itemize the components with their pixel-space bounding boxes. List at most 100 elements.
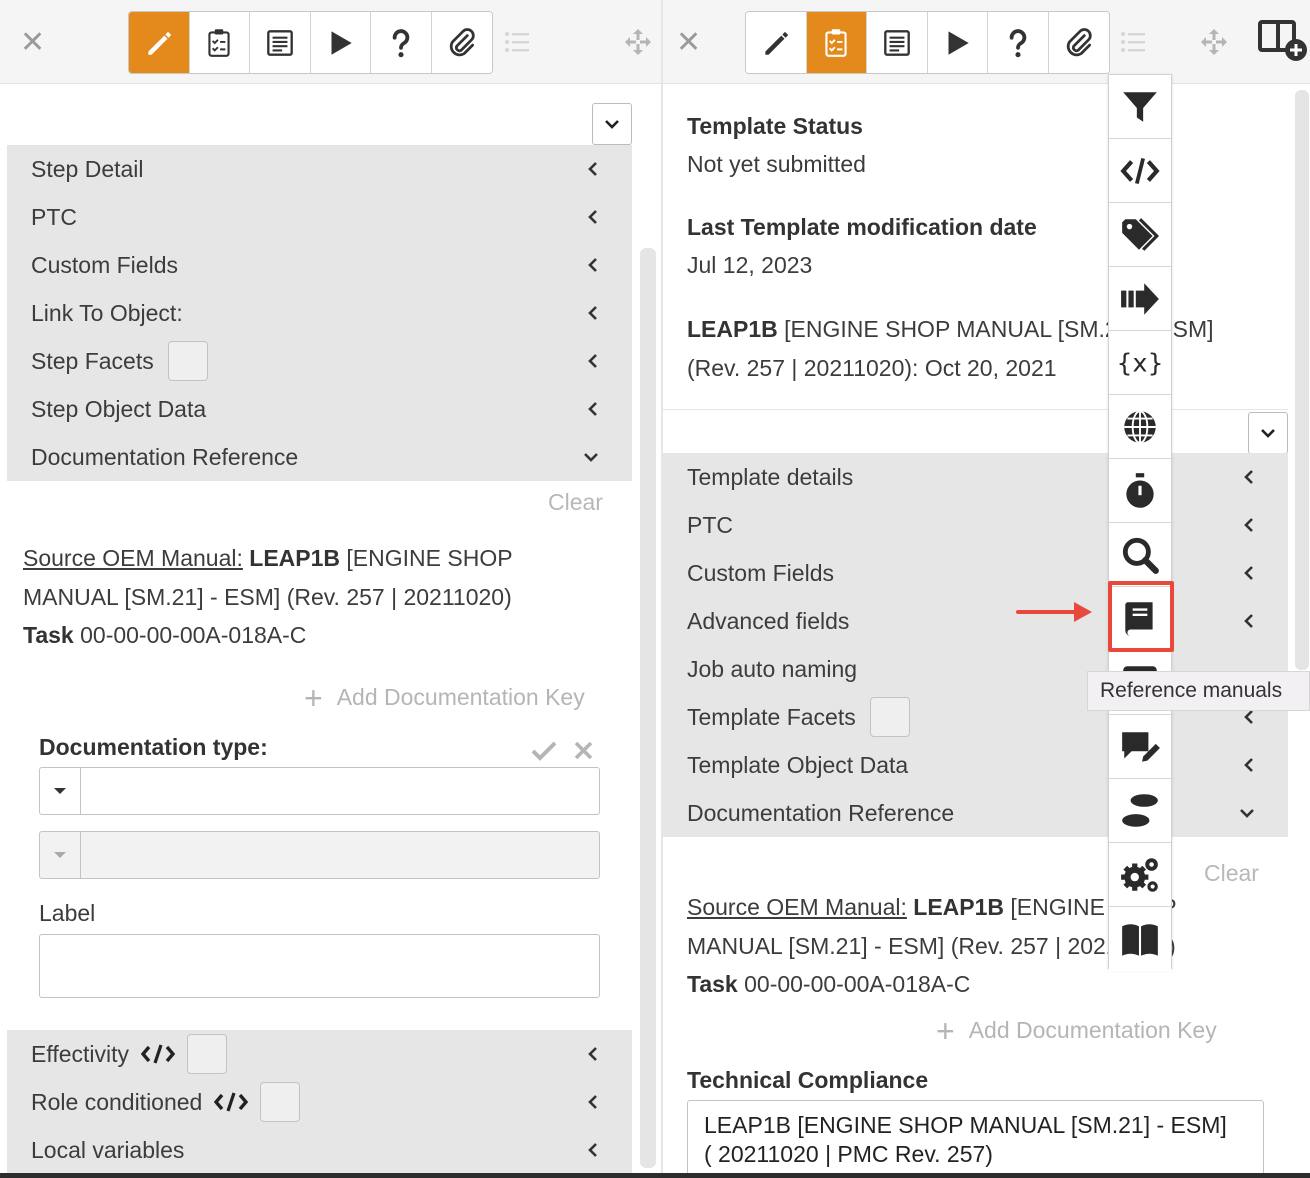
section-custom-fields[interactable]: Custom Fields — [687, 549, 834, 597]
left-scrollbar[interactable] — [640, 248, 656, 1168]
collapse-toggle[interactable] — [592, 103, 632, 145]
chevron-left-icon — [1244, 566, 1253, 580]
caret-down-icon — [40, 832, 81, 878]
edit-button[interactable] — [746, 12, 807, 73]
clipboard-check-icon — [825, 28, 847, 57]
play-button[interactable] — [310, 12, 371, 73]
right-scrollbar[interactable] — [1295, 90, 1309, 670]
section-documentation-reference[interactable]: Documentation Reference — [31, 433, 298, 481]
section-label: Role conditioned — [31, 1088, 203, 1115]
search-button[interactable] — [1109, 523, 1171, 587]
section-label: Template details — [687, 463, 854, 490]
play-button[interactable] — [927, 12, 988, 73]
move-icon[interactable] — [624, 28, 652, 56]
list-icon[interactable] — [503, 28, 531, 56]
footprints-button[interactable] — [1109, 779, 1171, 843]
source-oem-manual-link[interactable]: Source OEM Manual: — [23, 545, 243, 571]
close-icon[interactable]: ✕ — [676, 28, 701, 58]
section-template-object-data[interactable]: Template Object Data — [687, 741, 908, 789]
cancel-icon[interactable] — [573, 740, 594, 761]
section-template-facets[interactable]: Template Facets — [687, 693, 910, 741]
add-documentation-key-button[interactable]: + Add Documentation Key — [304, 682, 585, 714]
code-icon — [141, 1044, 175, 1064]
checklist-button[interactable] — [189, 12, 250, 73]
manual-name: LEAP1B — [913, 894, 1005, 920]
source-oem-manual-link[interactable]: Source OEM Manual: — [687, 894, 907, 920]
form-list-icon — [266, 29, 293, 56]
filter-button[interactable] — [1109, 75, 1171, 139]
facets-badge — [869, 697, 910, 737]
section-role-conditioned[interactable]: Role conditioned — [31, 1078, 301, 1126]
code-button[interactable] — [1109, 139, 1171, 203]
documentation-type-select[interactable] — [39, 767, 600, 815]
forward-button[interactable] — [1109, 267, 1171, 331]
last-modification-title: Last Template modification date — [687, 214, 1037, 240]
documentation-type-label: Documentation type: — [39, 734, 268, 760]
chevron-left-icon — [1244, 614, 1253, 628]
tags-button[interactable] — [1109, 203, 1171, 267]
play-icon — [331, 30, 352, 55]
section-template-details[interactable]: Template details — [687, 453, 853, 501]
section-link-to-object[interactable]: Link To Object: — [31, 289, 183, 337]
section-step-object-data[interactable]: Step Object Data — [31, 385, 206, 433]
help-button[interactable] — [988, 12, 1049, 73]
comment-edit-button[interactable] — [1109, 715, 1171, 779]
section-step-detail[interactable]: Step Detail — [31, 145, 144, 193]
manual-name: LEAP1B — [249, 545, 341, 571]
highlight-box — [1108, 581, 1174, 652]
form-button[interactable] — [867, 12, 928, 73]
move-icon[interactable] — [1200, 28, 1228, 56]
collapse-toggle[interactable] — [1248, 412, 1288, 454]
section-label: Local variables — [31, 1136, 185, 1163]
task-label: Task — [23, 622, 74, 648]
open-book-button[interactable] — [1109, 907, 1171, 971]
plus-icon: + — [936, 1012, 955, 1049]
add-column-icon[interactable] — [1258, 18, 1310, 64]
chevron-down-icon — [1240, 809, 1254, 818]
chevron-down-icon — [584, 453, 598, 462]
section-step-facets[interactable]: Step Facets — [31, 337, 208, 385]
compliance-line-1: LEAP1B [ENGINE SHOP MANUAL [SM.21] - ESM… — [704, 1112, 1227, 1138]
settings-button[interactable] — [1109, 843, 1171, 907]
clear-link[interactable]: Clear — [1204, 860, 1259, 887]
close-icon[interactable]: ✕ — [20, 28, 45, 58]
task-value: 00-00-00-00A-018A-C — [73, 622, 307, 648]
section-advanced-fields[interactable]: Advanced fields — [687, 597, 849, 645]
chevron-left-icon — [1244, 518, 1253, 532]
section-effectivity[interactable]: Effectivity — [31, 1030, 227, 1078]
template-status-title: Template Status — [687, 113, 863, 139]
help-button[interactable] — [371, 12, 432, 73]
section-job-auto-naming[interactable]: Job auto naming — [687, 645, 857, 693]
manual-title-2: (Rev. 257 | 20211020): Oct 20, 2021 — [687, 354, 1057, 381]
checklist-button[interactable] — [806, 12, 867, 73]
section-ptc[interactable]: PTC — [687, 501, 733, 549]
chevron-left-icon — [588, 162, 597, 176]
attach-button[interactable] — [1048, 12, 1109, 73]
section-local-variables[interactable]: Local variables — [31, 1126, 184, 1174]
section-documentation-reference[interactable]: Documentation Reference — [687, 789, 954, 837]
label-input[interactable] — [39, 934, 600, 998]
variables-button[interactable]: {x} — [1109, 331, 1171, 395]
add-key-label: Add Documentation Key — [336, 684, 585, 710]
check-icon[interactable] — [531, 740, 557, 762]
section-ptc[interactable]: PTC — [31, 193, 77, 241]
caret-down-icon[interactable] — [40, 768, 81, 814]
open-book-icon — [1122, 924, 1158, 956]
timer-button[interactable] — [1109, 459, 1171, 523]
add-documentation-key-button[interactable]: + Add Documentation Key — [936, 1012, 1217, 1049]
filter-icon — [1123, 91, 1157, 122]
technical-compliance-box[interactable]: LEAP1B [ENGINE SHOP MANUAL [SM.21] - ESM… — [687, 1100, 1264, 1178]
comment-edit-icon — [1122, 731, 1160, 762]
form-list-icon — [883, 29, 910, 56]
list-icon[interactable] — [1119, 28, 1147, 56]
section-label: Documentation Reference — [687, 799, 955, 826]
pencil-icon — [148, 31, 171, 55]
chevron-left-icon — [1244, 710, 1253, 724]
form-button[interactable] — [250, 12, 311, 73]
attach-button[interactable] — [431, 12, 492, 73]
section-custom-fields[interactable]: Custom Fields — [31, 241, 178, 289]
clear-link[interactable]: Clear — [548, 489, 603, 516]
play-icon — [948, 30, 969, 55]
edit-button[interactable] — [129, 12, 190, 73]
globe-button[interactable] — [1109, 395, 1171, 459]
